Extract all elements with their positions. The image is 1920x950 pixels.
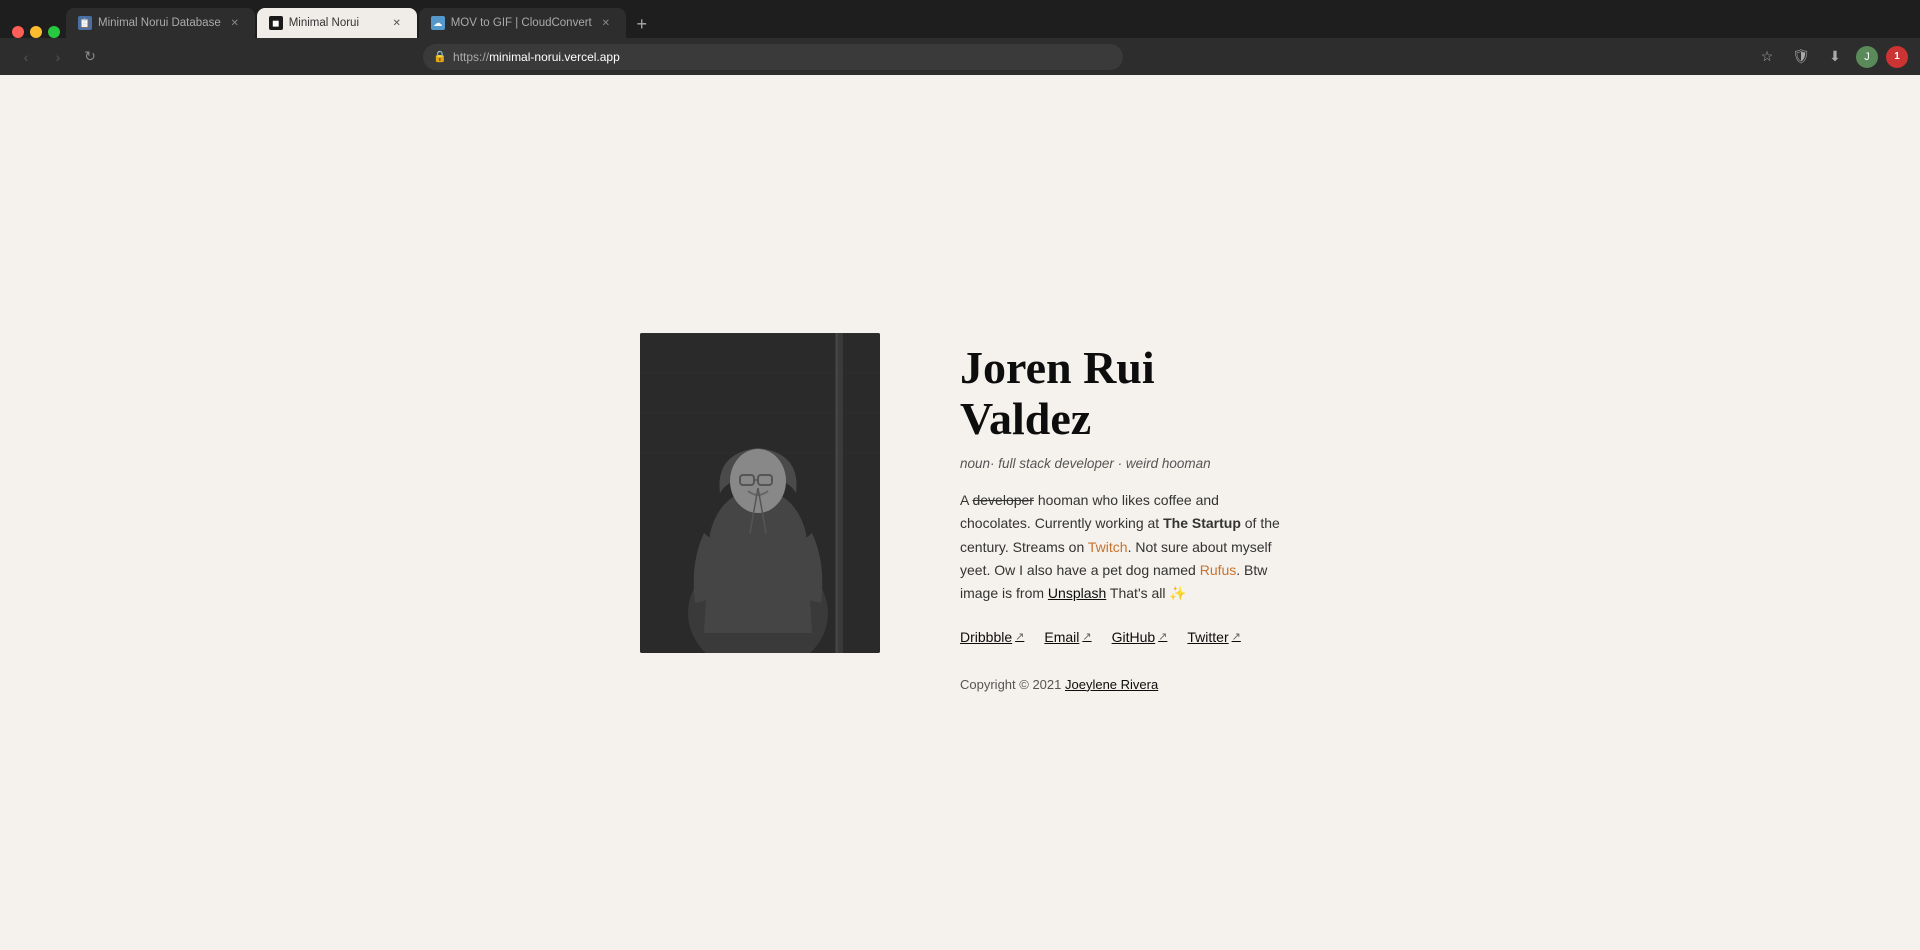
social-links: Dribbble ↗ Email ↗ GitHub ↗ Twitter ↗ (960, 629, 1280, 645)
address-bar[interactable]: 🔒 https://minimal-norui.vercel.app (423, 44, 1123, 70)
minimize-button[interactable] (30, 26, 42, 38)
rufus-link[interactable]: Rufus (1200, 562, 1237, 578)
dribbble-external-icon: ↗ (1015, 630, 1024, 643)
copyright-label: Copyright © 2021 (960, 677, 1065, 692)
profile-description: A developer hooman who likes coffee and … (960, 489, 1280, 604)
nav-buttons: ‹ › ↻ (12, 43, 104, 71)
toolbar-right: ☆ 🛡 ⬇ J 1 (1754, 44, 1908, 70)
twitter-link[interactable]: Twitter ↗ (1187, 629, 1240, 645)
tab-1[interactable]: 📋 Minimal Norui Database ✕ (66, 8, 255, 38)
browser-toolbar: ‹ › ↻ 🔒 https://minimal-norui.vercel.app… (0, 38, 1920, 75)
github-external-icon: ↗ (1158, 630, 1167, 643)
tab-3-favicon: ☁ (431, 16, 445, 30)
strikethrough-developer: developer (972, 492, 1034, 508)
github-label: GitHub (1112, 629, 1156, 645)
tab-1-title: Minimal Norui Database (98, 17, 221, 29)
traffic-lights (8, 26, 64, 38)
address-domain: minimal-norui.vercel.app (489, 50, 620, 64)
subtitle-desc: · full stack developer · weird hooman (990, 456, 1211, 471)
maximize-button[interactable] (48, 26, 60, 38)
the-startup-text: The Startup (1163, 515, 1241, 531)
notification-badge[interactable]: 1 (1886, 46, 1908, 68)
tab-2[interactable]: ◼ Minimal Norui ✕ (257, 8, 417, 38)
copyright-author-link[interactable]: Joeylene Rivera (1065, 677, 1158, 692)
shield-icon[interactable]: 🛡 (1788, 44, 1814, 70)
email-link[interactable]: Email ↗ (1044, 629, 1091, 645)
dribbble-label: Dribbble (960, 629, 1012, 645)
tab-3[interactable]: ☁ MOV to GIF | CloudConvert ✕ (419, 8, 626, 38)
tab-bar: 📋 Minimal Norui Database ✕ ◼ Minimal Nor… (0, 0, 1920, 38)
unsplash-link[interactable]: Unsplash (1048, 585, 1106, 601)
download-icon[interactable]: ⬇ (1822, 44, 1848, 70)
tab-3-close[interactable]: ✕ (598, 15, 614, 31)
profile-info: Joren Rui Valdez noun· full stack develo… (960, 333, 1280, 692)
tab-1-close[interactable]: ✕ (227, 15, 243, 31)
reload-button[interactable]: ↻ (76, 43, 104, 71)
tab-2-close[interactable]: ✕ (389, 15, 405, 31)
address-protocol: https:// (453, 50, 489, 64)
tab-1-favicon: 📋 (78, 16, 92, 30)
profile-icon[interactable]: J (1856, 46, 1878, 68)
tab-3-title: MOV to GIF | CloudConvert (451, 17, 592, 29)
forward-button[interactable]: › (44, 43, 72, 71)
twitter-external-icon: ↗ (1232, 630, 1241, 643)
website-content: Joren Rui Valdez noun· full stack develo… (0, 75, 1920, 950)
close-button[interactable] (12, 26, 24, 38)
profile-name: Joren Rui Valdez (960, 343, 1280, 444)
tab-2-favicon: ◼ (269, 16, 283, 30)
browser-chrome: 📋 Minimal Norui Database ✕ ◼ Minimal Nor… (0, 0, 1920, 75)
subtitle-noun: noun (960, 456, 990, 471)
address-text: https://minimal-norui.vercel.app (453, 50, 620, 64)
content-wrapper: Joren Rui Valdez noun· full stack develo… (600, 293, 1320, 732)
bookmark-icon[interactable]: ☆ (1754, 44, 1780, 70)
profile-image (640, 333, 880, 653)
new-tab-button[interactable]: + (628, 10, 656, 38)
profile-image-container (640, 333, 880, 653)
lock-icon: 🔒 (433, 50, 447, 63)
github-link[interactable]: GitHub ↗ (1112, 629, 1168, 645)
email-external-icon: ↗ (1082, 630, 1091, 643)
twitch-link[interactable]: Twitch (1088, 539, 1128, 555)
back-button[interactable]: ‹ (12, 43, 40, 71)
tab-2-title: Minimal Norui (289, 17, 383, 29)
profile-photo-svg (640, 333, 880, 653)
copyright-text: Copyright © 2021 Joeylene Rivera (960, 677, 1280, 692)
twitter-label: Twitter (1187, 629, 1228, 645)
dribbble-link[interactable]: Dribbble ↗ (960, 629, 1024, 645)
profile-subtitle: noun· full stack developer · weird hooma… (960, 456, 1280, 471)
email-label: Email (1044, 629, 1079, 645)
